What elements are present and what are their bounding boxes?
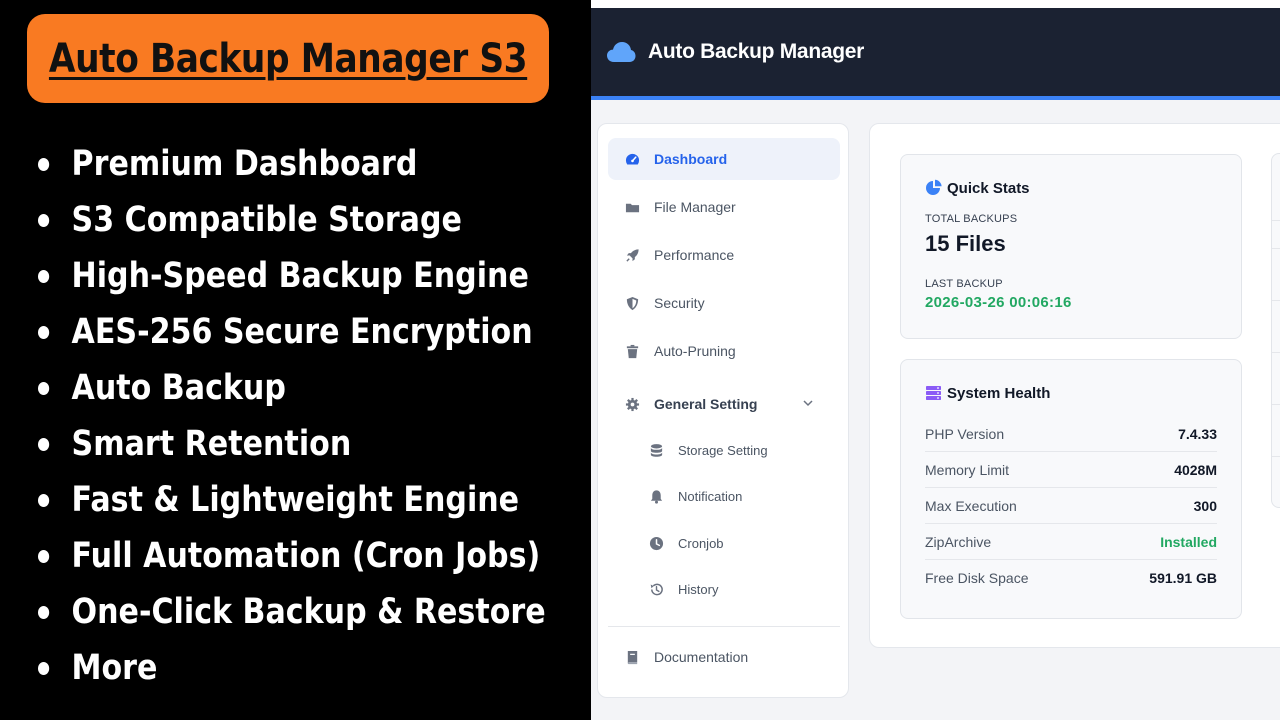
bullet-icon: [38, 381, 50, 395]
feature-item: S3 Compatible Storage: [38, 192, 546, 248]
app-header: Auto Backup Manager: [591, 8, 1280, 100]
main-content: Quick Stats TOTAL BACKUPS 15 Files LAST …: [869, 123, 1280, 648]
bell-icon: [648, 488, 664, 504]
feature-item: Auto Backup: [38, 360, 546, 416]
app-window: Auto Backup Manager Dashboard File Manag…: [591, 0, 1280, 720]
folder-icon: [624, 199, 640, 215]
sidebar-item-auto-pruning[interactable]: Auto-Pruning: [608, 330, 840, 372]
bullet-icon: [38, 493, 50, 507]
sidebar-item-performance[interactable]: Performance: [608, 234, 840, 276]
sidebar-item-dashboard[interactable]: Dashboard: [608, 138, 840, 180]
feature-item: Fast & Lightweight Engine: [38, 472, 546, 528]
bullet-icon: [38, 605, 50, 619]
total-backups-value: 15 Files: [925, 231, 1006, 256]
sidebar-divider: [608, 626, 840, 627]
pie-chart-icon: [926, 179, 942, 195]
feature-item: High-Speed Backup Engine: [38, 248, 546, 304]
sidebar: Dashboard File Manager Performance Secur…: [597, 123, 849, 698]
feature-list: Premium Dashboard S3 Compatible Storage …: [38, 136, 628, 696]
gauge-icon: [624, 151, 640, 167]
book-icon: [624, 649, 640, 665]
last-backup-label: LAST BACKUP: [925, 278, 1003, 290]
promo-panel: Auto Backup Manager S3 Premium Dashboard…: [0, 0, 591, 720]
feature-item: Full Automation (Cron Jobs): [38, 528, 546, 584]
health-row-free-disk-space: Free Disk Space 591.91 GB: [925, 570, 1217, 586]
health-row-memory-limit: Memory Limit 4028M: [925, 452, 1217, 488]
quick-stats-title: Quick Stats: [925, 179, 1030, 197]
status-badge: Installed: [1160, 533, 1217, 550]
database-icon: [648, 442, 664, 458]
sidebar-item-documentation[interactable]: Documentation: [608, 636, 840, 678]
bullet-icon: [38, 269, 50, 283]
rocket-icon: [624, 247, 640, 263]
shield-icon: [624, 295, 640, 311]
sidebar-item-file-manager[interactable]: File Manager: [608, 186, 840, 228]
feature-item: Premium Dashboard: [38, 136, 546, 192]
top-strip: [591, 0, 1280, 8]
bullet-icon: [38, 157, 50, 171]
total-backups-label: TOTAL BACKUPS: [925, 213, 1018, 225]
promo-title: Auto Backup Manager S3: [48, 35, 528, 82]
health-row-ziparchive: ZipArchive Installed: [925, 524, 1217, 560]
sidebar-item-cronjob[interactable]: Cronjob: [608, 522, 840, 564]
bullet-icon: [38, 437, 50, 451]
chevron-down-icon: [803, 400, 813, 407]
partial-card: [1271, 153, 1280, 508]
feature-item: Smart Retention: [38, 416, 546, 472]
sidebar-item-general-setting[interactable]: General Setting: [608, 383, 840, 425]
sidebar-item-notification[interactable]: Notification: [608, 475, 840, 517]
sidebar-item-storage-setting[interactable]: Storage Setting: [608, 429, 840, 471]
app-title: Auto Backup Manager: [648, 40, 864, 63]
clock-icon: [648, 535, 664, 551]
system-health-card: System Health PHP Version 7.4.33 Memory …: [900, 359, 1242, 619]
feature-item: One-Click Backup & Restore: [38, 584, 546, 640]
bullet-icon: [38, 325, 50, 339]
bullet-icon: [38, 661, 50, 675]
health-row-php-version: PHP Version 7.4.33: [925, 416, 1217, 452]
sidebar-item-history[interactable]: History: [608, 568, 840, 610]
system-health-title: System Health: [925, 384, 1050, 402]
server-icon: [926, 386, 941, 400]
feature-item: More: [38, 640, 546, 696]
trash-icon: [624, 343, 640, 359]
feature-item: AES-256 Secure Encryption: [38, 304, 546, 360]
bullet-icon: [38, 213, 50, 227]
bullet-icon: [38, 549, 50, 563]
last-backup-value: 2026-03-26 00:06:16: [925, 294, 1072, 311]
cloud-icon: [607, 42, 636, 62]
health-row-max-execution: Max Execution 300: [925, 488, 1217, 524]
sidebar-item-security[interactable]: Security: [608, 282, 840, 324]
quick-stats-card: Quick Stats TOTAL BACKUPS 15 Files LAST …: [900, 154, 1242, 339]
promo-title-banner: Auto Backup Manager S3: [27, 14, 549, 103]
gear-icon: [624, 396, 640, 412]
history-icon: [648, 581, 664, 597]
